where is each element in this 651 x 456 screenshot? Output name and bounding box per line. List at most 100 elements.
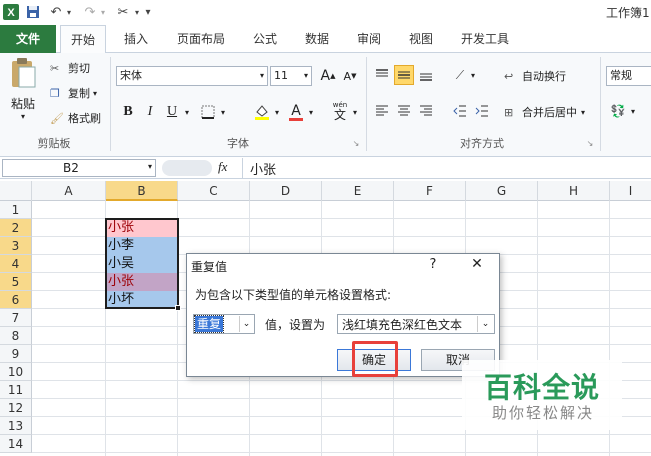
column-header[interactable]: C bbox=[178, 181, 250, 201]
column-header-selected[interactable]: B bbox=[106, 181, 178, 201]
orientation-dropdown-icon[interactable]: ▾ bbox=[468, 65, 478, 85]
close-button[interactable]: ✕ bbox=[465, 256, 489, 276]
save-icon[interactable] bbox=[24, 3, 42, 21]
row-header-selected[interactable]: 3 bbox=[0, 237, 32, 255]
row-header[interactable]: 12 bbox=[0, 399, 32, 417]
column-header[interactable]: D bbox=[250, 181, 322, 201]
title-bar: X ↶ ▾ ↷ ▾ ✂ ▾ ▾ 工作簿1 bbox=[0, 0, 651, 25]
undo-icon[interactable]: ↶ bbox=[48, 3, 64, 21]
paint-bucket-icon bbox=[255, 105, 269, 120]
copy-dropdown-icon: ▾ bbox=[93, 88, 98, 98]
cut-label: 剪切 bbox=[68, 62, 90, 75]
tab-review[interactable]: 审阅 bbox=[348, 25, 390, 53]
select-all-corner[interactable] bbox=[0, 181, 32, 201]
decrease-indent-button[interactable] bbox=[450, 101, 470, 121]
align-right-button[interactable] bbox=[416, 101, 436, 121]
name-box-value: B2 bbox=[63, 161, 79, 175]
row-header[interactable]: 8 bbox=[0, 327, 32, 345]
accounting-format-button[interactable]: 💱 bbox=[608, 101, 628, 121]
tab-home[interactable]: 开始 bbox=[60, 25, 106, 54]
column-header[interactable]: F bbox=[394, 181, 466, 201]
grow-font-button[interactable]: A ▲ bbox=[318, 66, 338, 86]
formula-bar-resize-handle[interactable] bbox=[162, 160, 212, 176]
align-bottom-button[interactable] bbox=[416, 65, 436, 85]
column-header[interactable]: A bbox=[32, 181, 106, 201]
fill-handle[interactable] bbox=[175, 305, 181, 311]
shrink-arrow-icon: ▼ bbox=[351, 72, 357, 80]
insert-function-icon[interactable]: fx bbox=[218, 159, 227, 175]
increase-indent-button[interactable] bbox=[472, 101, 492, 121]
align-center-button[interactable] bbox=[394, 101, 414, 121]
bold-button[interactable]: B bbox=[118, 102, 138, 122]
borders-button[interactable] bbox=[198, 102, 218, 122]
row-header-selected[interactable]: 6 bbox=[0, 291, 32, 309]
row-header[interactable]: 11 bbox=[0, 381, 32, 399]
format-style-select[interactable]: 浅红填充色深红色文本 ⌄ bbox=[337, 314, 495, 334]
format-painter-label: 格式刷 bbox=[68, 112, 101, 125]
merge-center-button[interactable]: ⊞ 合并后居中 ▾ bbox=[504, 103, 585, 121]
cut-button[interactable]: ✂ 剪切 bbox=[50, 59, 90, 77]
merge-center-label: 合并后居中 bbox=[522, 106, 577, 119]
font-name-select[interactable]: 宋体 ▾ bbox=[116, 66, 268, 86]
row-header[interactable]: 7 bbox=[0, 309, 32, 327]
formula-input[interactable]: 小张 bbox=[250, 159, 276, 178]
phonetic-button[interactable]: wén 文 bbox=[328, 101, 352, 122]
format-painter-button[interactable]: 🖌 格式刷 bbox=[50, 109, 101, 127]
column-header[interactable]: E bbox=[322, 181, 394, 201]
font-color-button[interactable]: A bbox=[286, 102, 306, 122]
align-middle-button[interactable] bbox=[394, 65, 414, 85]
wrap-text-button[interactable]: ↩ 自动换行 bbox=[504, 67, 566, 85]
font-size-select[interactable]: 11 ▾ bbox=[270, 66, 312, 86]
tab-formulas[interactable]: 公式 bbox=[244, 25, 286, 53]
redo-dropdown-icon[interactable]: ▾ bbox=[98, 3, 108, 21]
phonetic-dropdown-icon[interactable]: ▾ bbox=[350, 102, 360, 122]
row-header-selected[interactable]: 4 bbox=[0, 255, 32, 273]
tools-icon[interactable]: ✂ bbox=[114, 3, 132, 21]
tab-page-layout[interactable]: 页面布局 bbox=[168, 25, 234, 53]
row-header-selected[interactable]: 5 bbox=[0, 273, 32, 291]
duplicate-type-select[interactable]: 重复 ⌄ bbox=[193, 314, 255, 334]
orientation-button[interactable]: ⟋ bbox=[450, 65, 470, 85]
align-top-button[interactable] bbox=[372, 65, 392, 85]
tab-insert[interactable]: 插入 bbox=[116, 25, 156, 53]
font-dialog-launcher-icon[interactable]: ↘ bbox=[350, 137, 362, 149]
help-button[interactable]: ? bbox=[423, 257, 443, 275]
row-header[interactable]: 13 bbox=[0, 417, 32, 435]
column-header[interactable]: G bbox=[466, 181, 538, 201]
accounting-dropdown-icon[interactable]: ▾ bbox=[628, 101, 638, 121]
customize-toolbar-icon[interactable]: ▾ bbox=[143, 3, 153, 21]
number-format-select[interactable]: 常规 bbox=[606, 66, 651, 86]
tab-view[interactable]: 视图 bbox=[400, 25, 442, 53]
row-header[interactable]: 14 bbox=[0, 435, 32, 453]
wrap-text-icon: ↩ bbox=[504, 69, 514, 83]
borders-dropdown-icon[interactable]: ▾ bbox=[218, 102, 228, 122]
tools-dropdown-icon[interactable]: ▾ bbox=[132, 3, 142, 21]
column-header[interactable]: I bbox=[610, 181, 651, 201]
shrink-font-button[interactable]: A ▼ bbox=[340, 66, 360, 86]
tab-file[interactable]: 文件 bbox=[0, 25, 56, 53]
paste-button[interactable]: 粘贴 ▾ bbox=[4, 57, 42, 121]
alignment-dialog-launcher-icon[interactable]: ↘ bbox=[584, 137, 596, 149]
row-header[interactable]: 9 bbox=[0, 345, 32, 363]
wrap-text-label: 自动换行 bbox=[522, 70, 566, 83]
chevron-down-icon: ⌄ bbox=[239, 316, 253, 332]
copy-button[interactable]: ❐ 复制 ▾ bbox=[50, 84, 97, 102]
grow-font-label: A bbox=[320, 68, 331, 84]
align-left-button[interactable] bbox=[372, 101, 392, 121]
tab-developer[interactable]: 开发工具 bbox=[452, 25, 518, 53]
redo-icon[interactable]: ↷ bbox=[82, 3, 98, 21]
fill-color-button[interactable] bbox=[252, 102, 272, 122]
undo-dropdown-icon[interactable]: ▾ bbox=[64, 3, 74, 21]
underline-button[interactable]: U bbox=[162, 102, 182, 122]
font-color-dropdown-icon[interactable]: ▾ bbox=[306, 102, 316, 122]
name-box[interactable]: B2 ▾ bbox=[2, 159, 156, 177]
fill-color-dropdown-icon[interactable]: ▾ bbox=[272, 102, 282, 122]
row-header-selected[interactable]: 2 bbox=[0, 219, 32, 237]
italic-button[interactable]: I bbox=[140, 102, 160, 122]
row-header[interactable]: 1 bbox=[0, 201, 32, 219]
row-header[interactable]: 10 bbox=[0, 363, 32, 381]
underline-dropdown-icon[interactable]: ▾ bbox=[182, 102, 192, 122]
tab-data[interactable]: 数据 bbox=[296, 25, 338, 53]
merge-cells-icon: ⊞ bbox=[504, 105, 514, 119]
column-header[interactable]: H bbox=[538, 181, 610, 201]
